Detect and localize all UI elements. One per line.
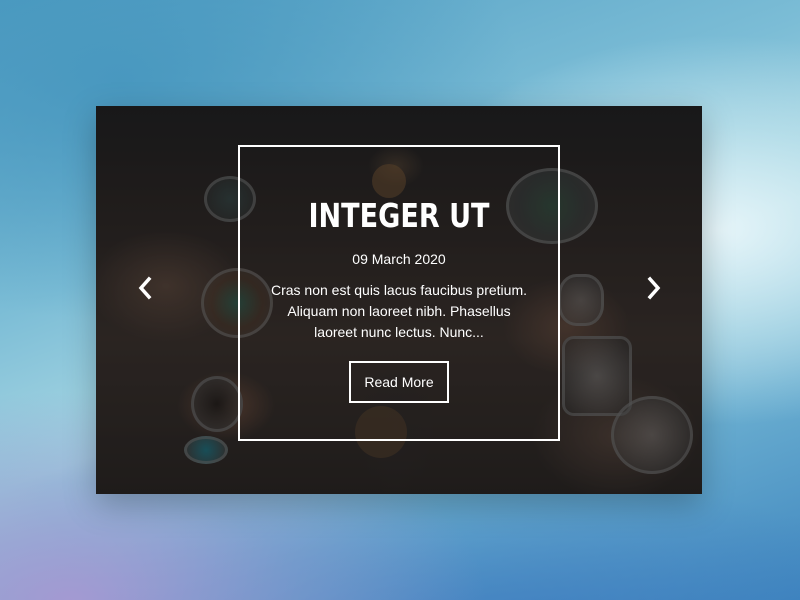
chevron-right-icon [647,276,661,300]
read-more-button[interactable]: Read More [349,361,449,403]
previous-slide-button[interactable] [133,274,157,302]
slide-content-frame: INTEGER UT 09 March 2020 Cras non est qu… [238,145,560,441]
next-slide-button[interactable] [642,274,666,302]
slide-date: 09 March 2020 [352,251,446,267]
slide-title: INTEGER UT [308,196,490,235]
post-slider: INTEGER UT 09 March 2020 Cras non est qu… [96,106,702,494]
slide-excerpt: Cras non est quis lacus faucibus pretium… [270,282,527,340]
chevron-left-icon [138,276,152,300]
